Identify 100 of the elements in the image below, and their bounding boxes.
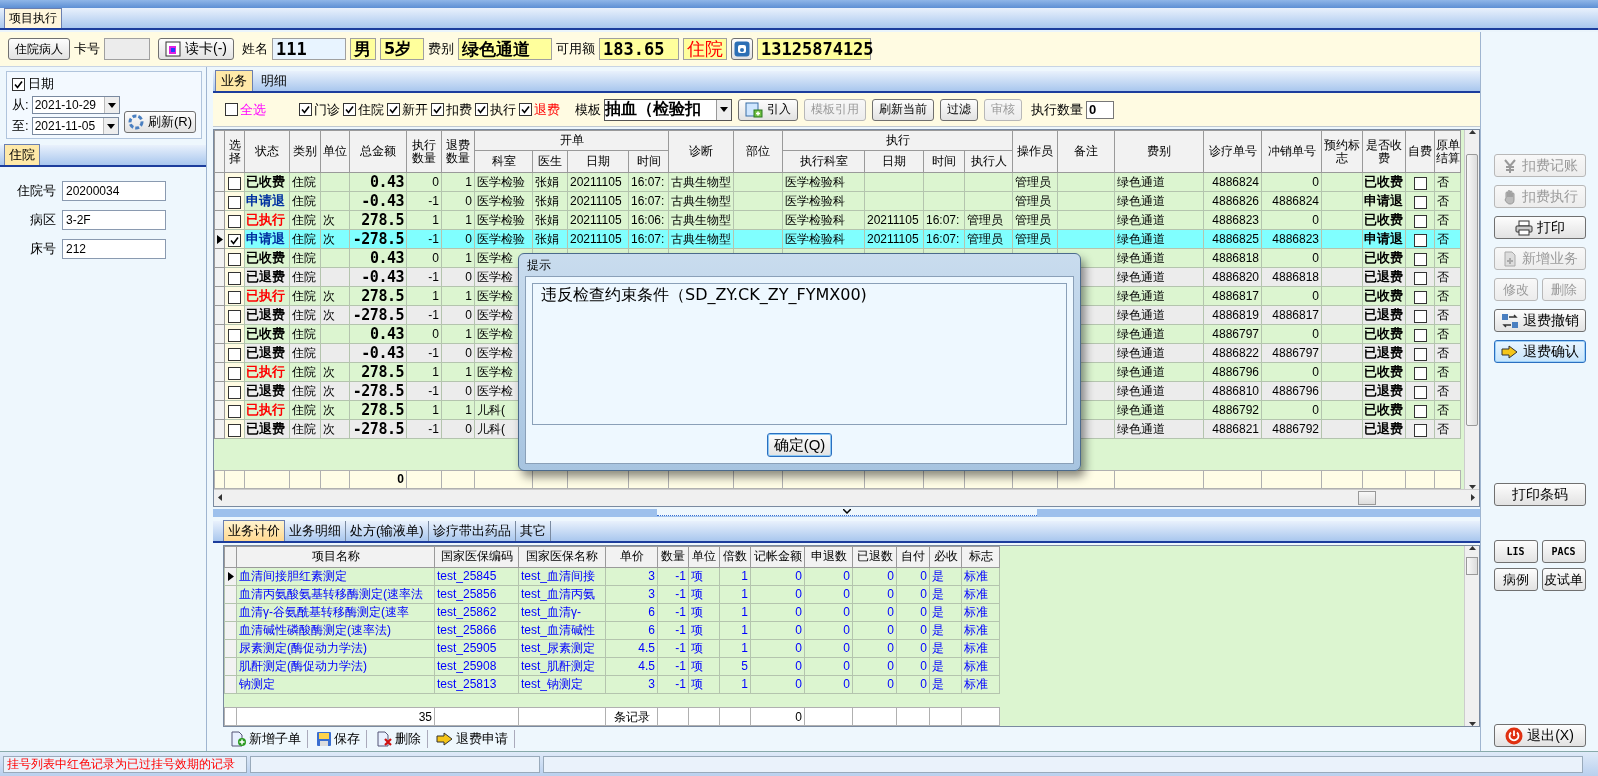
checkbox[interactable] — [1413, 404, 1427, 418]
table-cell: 0 — [896, 567, 930, 586]
table-cell: -1 — [406, 305, 442, 325]
checkbox[interactable] — [431, 103, 444, 117]
tab[interactable]: 处方(输液单) — [346, 520, 429, 541]
checkbox[interactable] — [299, 103, 312, 117]
toolbar-button[interactable]: 刷新当前 — [872, 98, 934, 121]
checkbox[interactable] — [1413, 309, 1427, 323]
panel-tab[interactable]: 住院 — [4, 144, 40, 165]
fee-type-field: 绿色通道 — [458, 38, 552, 60]
checkbox[interactable] — [228, 385, 241, 399]
checkbox[interactable] — [228, 290, 241, 304]
toolbar-button[interactable]: 保存 — [310, 730, 367, 749]
checkbox[interactable] — [343, 103, 356, 117]
checkbox[interactable] — [228, 309, 241, 323]
checkbox[interactable] — [1413, 176, 1427, 190]
checkbox[interactable] — [1413, 271, 1427, 285]
checkbox[interactable] — [475, 103, 488, 117]
tab[interactable]: 其它 — [515, 520, 551, 541]
checkbox[interactable] — [1413, 195, 1427, 209]
checkbox[interactable] — [1413, 366, 1427, 380]
window-tab[interactable]: 项目执行 — [4, 8, 62, 28]
checkbox[interactable] — [1413, 214, 1427, 228]
toolbar-button[interactable]: 引入 — [738, 98, 798, 121]
table-cell: 1 — [441, 172, 475, 192]
text-field[interactable]: 212 — [62, 239, 166, 259]
date-to-field[interactable]: 2021-11-05 — [31, 117, 119, 135]
date-from-field[interactable]: 2021-10-29 — [31, 96, 120, 114]
read-card-button[interactable]: 读卡(-) — [158, 38, 234, 60]
ok-button[interactable]: 确定(Q) — [766, 433, 833, 457]
patient-type-button[interactable]: 住院病人 — [8, 38, 70, 60]
scrollbar-thumb[interactable] — [1357, 490, 1376, 505]
tab[interactable]: 业务计价 — [223, 519, 285, 541]
table-cell: 申请退 — [1362, 191, 1406, 211]
phone-button[interactable] — [731, 38, 753, 60]
checkbox[interactable] — [228, 423, 241, 437]
side-button[interactable]: 退出(X) — [1493, 724, 1586, 747]
tab[interactable]: 诊疗带出药品 — [428, 520, 516, 541]
checkbox[interactable] — [228, 214, 241, 228]
side-button[interactable]: LIS — [1493, 540, 1538, 563]
text-field[interactable]: 3-2F — [62, 210, 166, 230]
vertical-scrollbar[interactable] — [1464, 130, 1479, 489]
toolbar-button[interactable]: 新增子单 — [223, 730, 308, 749]
table-cell: 住院 — [289, 191, 321, 211]
checkbox[interactable] — [228, 252, 241, 266]
refresh-button[interactable]: 刷新(R) — [123, 111, 196, 133]
side-button[interactable]: 退费撤销 — [1493, 309, 1586, 332]
checkbox[interactable] — [228, 195, 241, 209]
side-button[interactable]: 皮试单 — [1541, 568, 1586, 591]
checkbox[interactable] — [1413, 423, 1427, 437]
exec-count-field[interactable]: 0 — [1086, 100, 1114, 119]
table-cell: 20211105 — [864, 210, 924, 230]
card-number-field[interactable] — [104, 38, 150, 60]
checkbox[interactable] — [228, 366, 241, 380]
checkbox[interactable] — [225, 103, 238, 117]
checkbox[interactable] — [387, 103, 400, 117]
checkbox[interactable] — [228, 271, 241, 285]
template-dropdown[interactable]: 抽血（检验扣 — [604, 98, 732, 121]
checkbox[interactable] — [228, 328, 241, 342]
tab[interactable]: 明细 — [255, 70, 293, 91]
table-cell: 4886822 — [1203, 343, 1262, 363]
checkbox[interactable] — [1413, 385, 1427, 399]
tab[interactable]: 业务明细 — [285, 520, 346, 541]
table-cell: 4886797 — [1203, 324, 1262, 344]
checkbox[interactable] — [1413, 328, 1427, 342]
checkbox[interactable] — [228, 176, 241, 190]
checkbox[interactable] — [12, 77, 25, 91]
toolbar-button[interactable]: 过滤 — [940, 98, 978, 121]
table-cell: -278.5 — [349, 305, 407, 325]
checkbox[interactable] — [228, 233, 241, 247]
table-cell: 16:06: — [628, 210, 669, 230]
side-button[interactable]: 退费确认 — [1493, 340, 1586, 363]
checkbox[interactable] — [1413, 233, 1427, 247]
checkbox[interactable] — [1413, 290, 1427, 304]
scrollbar-thumb[interactable] — [1466, 153, 1478, 426]
side-button[interactable]: 病例 — [1493, 568, 1538, 591]
checkbox[interactable] — [228, 404, 241, 418]
vertical-scrollbar[interactable] — [1464, 545, 1479, 727]
table-cell: 医学检验 — [474, 172, 533, 192]
checkbox[interactable] — [1413, 252, 1427, 266]
side-button[interactable]: 打印 — [1493, 216, 1586, 239]
text-field[interactable]: 20200034 — [62, 181, 166, 201]
checkbox[interactable] — [228, 347, 241, 361]
checkbox[interactable] — [519, 103, 532, 117]
side-button[interactable]: 打印条码 — [1493, 483, 1586, 506]
side-button[interactable]: PACS — [1541, 540, 1586, 563]
toolbar-button[interactable]: 退费申请 — [430, 730, 515, 749]
table-cell: 0 — [804, 603, 853, 622]
tab[interactable]: 业务 — [215, 70, 253, 91]
table-cell: 278.5 — [349, 286, 407, 306]
checkbox[interactable] — [1413, 347, 1427, 361]
field-label: 至: — [12, 117, 29, 135]
scrollbar-thumb[interactable] — [1466, 557, 1478, 575]
table-cell: 278.5 — [349, 362, 407, 382]
table-cell: 否 — [1434, 267, 1461, 287]
column-header: 诊疗单号 — [1203, 130, 1262, 173]
toolbar-button[interactable]: 删除 — [369, 730, 428, 749]
column-header: 申退数 — [804, 546, 853, 568]
table-cell: 0.43 — [349, 172, 407, 192]
table-cell: 3 — [605, 585, 658, 604]
